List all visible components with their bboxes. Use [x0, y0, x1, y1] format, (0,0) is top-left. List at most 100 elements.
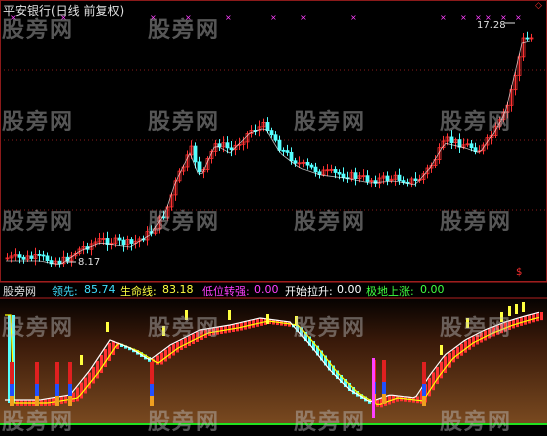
- yellow-signal-marker: [106, 322, 109, 332]
- signal-x-marker: ×: [150, 13, 157, 22]
- signal-x-marker: ×: [350, 13, 357, 22]
- polar-rise-label: 极地上涨:: [366, 285, 414, 298]
- indicator-bar: [80, 382, 83, 399]
- candle-body: [129, 239, 134, 244]
- indicator-bar: [156, 355, 159, 365]
- signal-column: [382, 394, 386, 404]
- signal-x-marker: ×: [515, 13, 522, 22]
- signal-column: [150, 396, 154, 406]
- signal-column: [422, 384, 426, 396]
- candlestick-chart[interactable]: × × × × × × × × × × × × × ×: [0, 0, 547, 425]
- signal-column: [150, 362, 154, 384]
- candle-body: [121, 239, 126, 246]
- low-price-label: 8.17: [78, 257, 101, 268]
- candle-body: [449, 136, 454, 144]
- chart-stage[interactable]: × × × × × × × × × × × × × × 平安银行(日线 前复权) 17.28 8.17 ◇…: [0, 0, 547, 435]
- signal-column: [372, 358, 375, 418]
- signal-column: [382, 382, 386, 394]
- candle-body: [281, 149, 286, 152]
- start-rally-value: 0.00: [337, 283, 362, 296]
- candle-body: [117, 237, 122, 241]
- indicator-bar: [440, 361, 443, 379]
- high-price-label: 17.28: [477, 20, 506, 31]
- indicator-bar: [480, 332, 483, 343]
- indicator-bar: [196, 332, 199, 342]
- yellow-signal-marker: [466, 318, 469, 328]
- candle-body: [401, 180, 406, 183]
- candle-body: [333, 169, 338, 173]
- candle-body: [29, 255, 34, 259]
- indicator-bar: [540, 312, 543, 321]
- signal-x-marker: ×: [440, 13, 447, 22]
- indicator-bar: [436, 367, 439, 385]
- indicator-bar: [76, 387, 79, 402]
- candle-body: [365, 175, 370, 182]
- signal-x-marker: ×: [185, 13, 192, 22]
- indicator-bar: [72, 392, 75, 402]
- chart-title: 平安银行(日线 前复权): [3, 4, 125, 18]
- yellow-signal-marker: [508, 306, 511, 316]
- lifeline-value: 83.18: [162, 283, 194, 296]
- candle-body: [413, 178, 418, 181]
- candle-body: [385, 175, 390, 182]
- candle-body: [41, 254, 46, 257]
- yellow-signal-marker: [500, 312, 503, 322]
- candle-body: [45, 255, 50, 261]
- yellow-signal-marker: [515, 304, 518, 314]
- candle-body: [273, 134, 278, 141]
- yellow-signal-marker: [440, 345, 443, 355]
- candle-body: [269, 130, 274, 136]
- signal-x-marker: ×: [225, 13, 232, 22]
- indicator-info-bar: 股旁网 领先: 85.74 生命线: 83.18 低位转强: 0.00 开始拉升…: [0, 283, 547, 298]
- indicator-bar: [452, 349, 455, 363]
- signal-column: [382, 360, 386, 382]
- signal-column: [35, 384, 39, 396]
- signal-column: [10, 396, 14, 406]
- signal-column: [68, 384, 72, 396]
- indicator-bar: [180, 340, 183, 350]
- signal-column: [10, 362, 14, 384]
- yellow-signal-marker: [185, 310, 188, 320]
- signal-column: [150, 384, 154, 396]
- signal-x-marker: ×: [460, 13, 467, 22]
- indicator-bar: [376, 399, 379, 407]
- indicator-bar: [160, 352, 163, 365]
- candle-body: [37, 254, 42, 256]
- moving-average-line: [6, 40, 531, 266]
- indicator-bar: [484, 330, 487, 341]
- candle-body: [293, 160, 298, 164]
- indicator-bar: [92, 367, 95, 384]
- yellow-signal-marker: [266, 314, 269, 324]
- indicator-bar: [476, 334, 479, 345]
- indicator-bar: [456, 346, 459, 359]
- candle-body: [309, 164, 314, 168]
- signal-column: [35, 396, 39, 406]
- candle-body: [285, 150, 290, 153]
- signal-dollar-icon: $: [516, 267, 523, 278]
- lead-label: 领先:: [52, 285, 78, 298]
- polar-rise-value: 0.00: [420, 283, 445, 296]
- candle-body: [193, 145, 198, 163]
- start-rally-label: 开始拉升:: [285, 285, 333, 298]
- candle-body: [265, 122, 270, 131]
- indicator-bar: [200, 330, 203, 340]
- yellow-signal-marker: [295, 316, 298, 326]
- price-panel-border: [0, 0, 547, 282]
- signal-column: [35, 362, 39, 384]
- low-turn-strong-label: 低位转强:: [202, 285, 250, 298]
- candle-body: [469, 143, 474, 149]
- candle-body: [337, 172, 342, 175]
- candle-body: [341, 173, 346, 179]
- signal-column: [55, 384, 59, 396]
- candle-body: [21, 256, 26, 260]
- lifeline-label: 生命线:: [120, 285, 157, 298]
- candle-body: [277, 139, 282, 151]
- candle-body: [305, 161, 310, 166]
- indicator-bar: [172, 344, 175, 356]
- signal-column: [422, 396, 426, 406]
- candle-body: [313, 166, 318, 173]
- signal-column: [55, 396, 59, 406]
- candle-body: [397, 174, 402, 182]
- yellow-signal-marker: [162, 326, 165, 336]
- indicator-bar: [88, 372, 91, 389]
